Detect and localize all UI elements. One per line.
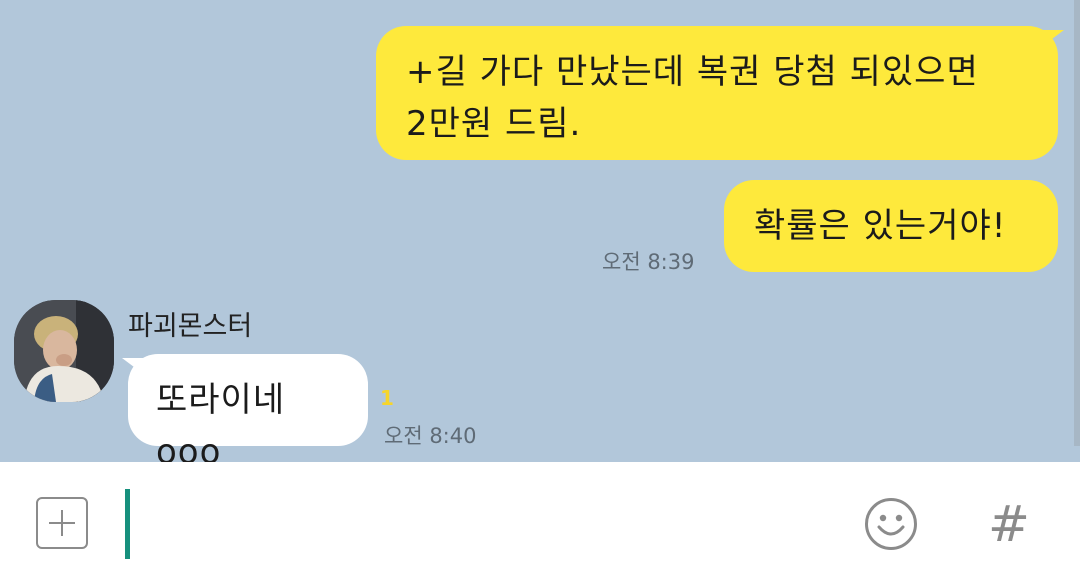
text-cursor [125, 489, 130, 559]
received-message-bubble[interactable]: 또라이네ooo [128, 354, 368, 462]
unread-count: 1 [380, 386, 394, 410]
message-timestamp: 오전 8:40 [384, 424, 477, 448]
avatar-photo [14, 300, 114, 402]
avatar[interactable] [14, 300, 114, 402]
received-message-text: 또라이네ooo [156, 380, 286, 462]
plus-icon[interactable] [36, 497, 88, 549]
bubble-tail [122, 358, 146, 376]
sent-message-text: 확률은 있는거야! [754, 206, 1007, 246]
chat-area[interactable]: +길 가다 만났는데 복권 당첨 되있으면 2만원 드림. 확률은 있는거야! … [0, 0, 1080, 462]
hashtag-button[interactable]: # [984, 494, 1034, 554]
sent-message-line: 2만원 드림. [406, 104, 582, 144]
sent-message-bubble[interactable]: 확률은 있는거야! [724, 180, 1058, 272]
bubble-tail [1040, 30, 1064, 48]
message-timestamp: 오전 8:39 [602, 250, 695, 274]
sent-message-line: +길 가다 만났는데 복권 당첨 되있으면 [406, 52, 979, 92]
sent-message-bubble[interactable]: +길 가다 만났는데 복권 당첨 되있으면 2만원 드림. [376, 26, 1058, 160]
smiley-icon[interactable] [864, 497, 918, 551]
message-input[interactable] [140, 489, 834, 561]
scrollbar[interactable] [1074, 0, 1080, 446]
sender-name: 파괴몬스터 [128, 311, 253, 342]
